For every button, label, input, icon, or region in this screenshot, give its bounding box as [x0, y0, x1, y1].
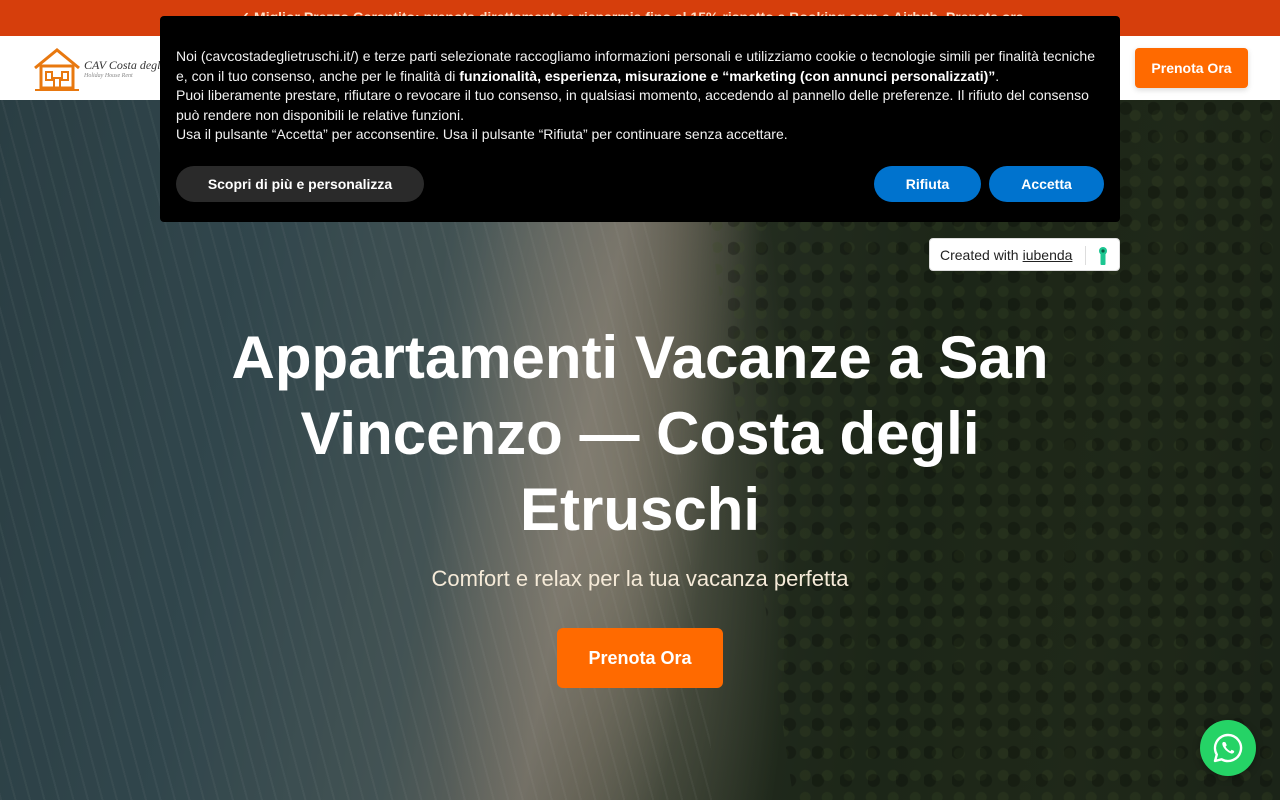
hero-book-now-button[interactable]: Prenota Ora	[557, 628, 723, 688]
site-logo[interactable]: CAV Costa degli Etruschi Holiday House R…	[32, 44, 208, 94]
cookie-text-line3: Usa il pulsante “Accetta” per acconsenti…	[176, 126, 788, 142]
iubenda-badge-prefix: Created with	[940, 246, 1019, 263]
whatsapp-chat-button[interactable]	[1200, 720, 1256, 776]
cookie-consent-banner: Noi (cavcostadeglietruschi.it/) e terze …	[160, 16, 1120, 222]
cookie-accept-button[interactable]: Accetta	[989, 166, 1104, 202]
whatsapp-icon	[1213, 733, 1243, 763]
iubenda-link[interactable]: iubenda	[1023, 247, 1073, 263]
cookie-customize-button[interactable]: Scopri di più e personalizza	[176, 166, 424, 202]
iubenda-keyhole-icon	[1099, 247, 1107, 265]
iubenda-divider	[1085, 246, 1086, 265]
iubenda-badge[interactable]: Created with iubenda	[929, 238, 1120, 271]
cookie-text-purposes: funzionalità, esperienza, misurazione e …	[459, 67, 996, 84]
header-book-now-button[interactable]: Prenota Ora	[1135, 48, 1248, 88]
house-logo-icon	[34, 48, 80, 91]
cookie-text-line2: Puoi liberamente prestare, rifiutare o r…	[176, 87, 1089, 123]
cookie-consent-text: Noi (cavcostadeglietruschi.it/) e terze …	[176, 47, 1104, 145]
hero-subtitle: Comfort e relax per la tua vacanza perfe…	[431, 566, 849, 591]
cookie-text-part2: .	[995, 67, 1000, 84]
hero-title: Appartamenti Vacanze a San Vincenzo — Co…	[231, 324, 1049, 543]
cookie-reject-button[interactable]: Rifiuta	[874, 166, 981, 202]
